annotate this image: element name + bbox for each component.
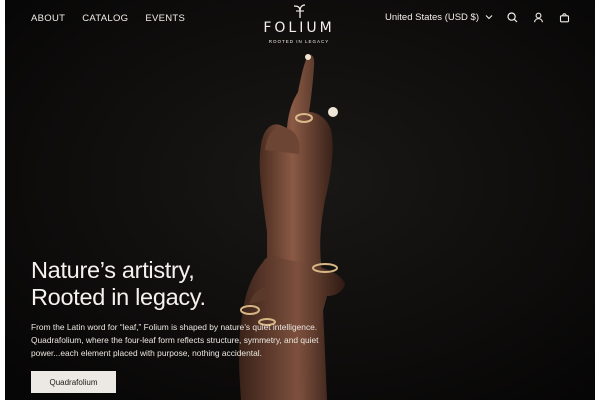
brand-tagline: ROOTED IN LEGACY [268, 39, 330, 44]
account-icon [533, 12, 543, 22]
nav-events-link[interactable]: EVENTS [145, 13, 185, 24]
currency-selector[interactable]: United States (USD $) [385, 12, 493, 23]
search-icon [506, 11, 517, 22]
cart-icon [559, 12, 569, 22]
hero-headline-line-1: Nature’s artistry, [31, 257, 195, 283]
quadrafolium-button[interactable]: Quadrafolium [31, 371, 116, 393]
page-frame: ABOUT CATALOG EVENTS FOLIUM ROOTED IN LE… [5, 0, 595, 400]
hero-headline: Nature’s artistry, Rooted in legacy. [31, 257, 206, 311]
currency-label: United States (USD $) [385, 11, 479, 23]
header-actions: United States (USD $) [385, 10, 571, 24]
search-button[interactable] [505, 10, 519, 24]
nav-catalog-link[interactable]: CATALOG [82, 13, 128, 24]
account-button[interactable] [531, 10, 545, 24]
brand-name: FOLIUM [263, 20, 335, 36]
cart-button[interactable] [557, 10, 571, 24]
brand-logo[interactable]: FOLIUM ROOTED IN LEGACY [259, 3, 339, 44]
hero-description: From the Latin word for “leaf,” Folium i… [31, 322, 319, 359]
hero-headline-line-2: Rooted in legacy. [31, 284, 206, 310]
main-nav: ABOUT CATALOG EVENTS [31, 13, 185, 24]
leaf-logo-icon [293, 4, 306, 18]
nav-about-link[interactable]: ABOUT [31, 13, 65, 24]
chevron-down-icon [485, 15, 493, 20]
